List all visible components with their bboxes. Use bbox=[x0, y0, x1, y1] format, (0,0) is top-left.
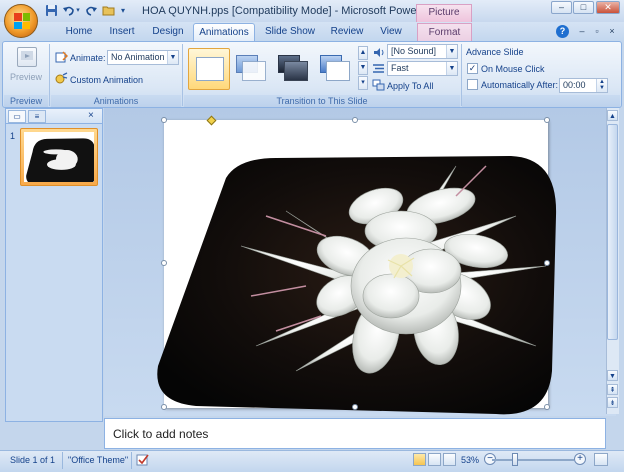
customize-qat-icon[interactable]: ▾ bbox=[118, 4, 128, 18]
scroll-thumb[interactable] bbox=[607, 124, 618, 340]
close-pane-icon[interactable]: × bbox=[88, 110, 94, 121]
resize-handle[interactable] bbox=[544, 117, 550, 123]
save-icon[interactable] bbox=[44, 4, 59, 18]
slide-show-view-icon[interactable] bbox=[443, 453, 456, 466]
transition-sound-icon bbox=[372, 46, 385, 59]
preview-group-label: Preview bbox=[4, 95, 48, 107]
resize-handle[interactable] bbox=[161, 117, 167, 123]
resize-handle[interactable] bbox=[352, 117, 358, 123]
zoom-level[interactable]: 53% bbox=[461, 455, 479, 465]
resize-handle[interactable] bbox=[161, 260, 167, 266]
notes-placeholder[interactable]: Click to add notes bbox=[113, 427, 208, 441]
apply-to-all-button[interactable]: Apply To All bbox=[387, 81, 433, 91]
transition-speed-icon bbox=[372, 62, 385, 75]
theme-status: "Office Theme" bbox=[68, 455, 129, 465]
undo-dropdown-icon[interactable]: ▾ bbox=[74, 4, 82, 18]
previous-slide-icon[interactable]: ⇞ bbox=[607, 384, 618, 395]
outline-tab-icon[interactable]: ≡ bbox=[28, 110, 46, 123]
flower-picture[interactable] bbox=[156, 156, 560, 418]
gallery-scroll-down-icon[interactable]: ▼ bbox=[358, 61, 368, 75]
preview-button[interactable]: Preview bbox=[6, 44, 46, 92]
zoom-in-icon[interactable]: + bbox=[574, 453, 586, 465]
preview-icon bbox=[17, 47, 37, 67]
advance-slide-title: Advance Slide bbox=[466, 47, 524, 57]
chevron-down-icon: ▼ bbox=[167, 51, 178, 64]
zoom-slider[interactable] bbox=[492, 459, 574, 461]
slide-count-status: Slide 1 of 1 bbox=[10, 455, 56, 465]
scroll-up-icon[interactable]: ▲ bbox=[607, 110, 618, 121]
tab-design[interactable]: Design bbox=[146, 23, 190, 41]
status-divider bbox=[131, 452, 132, 469]
tab-format[interactable]: Format bbox=[417, 23, 472, 41]
chevron-down-icon: ▼ bbox=[446, 45, 457, 58]
fade-smoothly-icon[interactable] bbox=[230, 48, 272, 90]
transition-sound-dropdown[interactable]: [No Sound] ▼ bbox=[387, 44, 458, 59]
tab-animations[interactable]: Animations bbox=[193, 23, 255, 41]
normal-view-icon[interactable] bbox=[413, 453, 426, 466]
resize-handle[interactable] bbox=[352, 404, 358, 410]
redo-icon[interactable] bbox=[84, 4, 99, 18]
auto-advance-checkbox[interactable] bbox=[467, 79, 478, 90]
office-button[interactable] bbox=[4, 4, 38, 38]
on-mouse-click-checkbox[interactable]: ✓ bbox=[467, 63, 478, 74]
group-separator bbox=[182, 44, 183, 106]
close-button[interactable]: ✕ bbox=[596, 1, 620, 14]
scroll-down-icon[interactable]: ▼ bbox=[607, 370, 618, 381]
minimize-button[interactable]: – bbox=[551, 1, 572, 14]
ribbon-restore-icon[interactable]: ▫ bbox=[591, 25, 603, 37]
slide-thumbnail[interactable] bbox=[20, 128, 98, 186]
animate-dropdown[interactable]: No Animation ▼ bbox=[107, 50, 179, 65]
gallery-scroll-up-icon[interactable]: ▲ bbox=[358, 46, 368, 60]
resize-handle[interactable] bbox=[161, 404, 167, 410]
advance-group-label bbox=[462, 95, 620, 107]
help-icon[interactable]: ? bbox=[556, 25, 569, 38]
spell-check-icon[interactable] bbox=[136, 453, 150, 467]
window-title: HOA QUYNH.pps [Compatibility Mode] - Mic… bbox=[142, 5, 455, 17]
slide-thumbnail-number: 1 bbox=[10, 131, 16, 141]
animate-label: Animate: bbox=[70, 53, 106, 63]
status-divider bbox=[62, 452, 63, 469]
office-logo-icon bbox=[14, 13, 30, 29]
slide-sorter-view-icon[interactable] bbox=[428, 453, 441, 466]
on-mouse-click-label: On Mouse Click bbox=[481, 64, 545, 74]
spinner-icon: ▲ ▼ bbox=[596, 79, 607, 92]
ribbon-minimize-icon[interactable]: – bbox=[576, 25, 588, 37]
chevron-down-icon: ▼ bbox=[446, 62, 457, 75]
auto-advance-time-value: 00:00 bbox=[563, 80, 586, 90]
resize-handle[interactable] bbox=[544, 404, 550, 410]
resize-handle[interactable] bbox=[544, 260, 550, 266]
custom-animation-icon bbox=[55, 72, 68, 85]
fit-to-window-icon[interactable] bbox=[594, 453, 608, 466]
maximize-button[interactable]: □ bbox=[573, 1, 594, 14]
transition-speed-value: Fast bbox=[391, 63, 409, 73]
transition-group-label: Transition to This Slide bbox=[184, 95, 460, 107]
open-folder-icon[interactable] bbox=[101, 4, 116, 18]
transition-sound-value: [No Sound] bbox=[391, 46, 437, 56]
tab-view[interactable]: View bbox=[373, 23, 409, 41]
auto-advance-label: Automatically After: bbox=[481, 80, 559, 90]
gallery-more-icon[interactable]: ▾ bbox=[358, 76, 368, 90]
ribbon-close-icon[interactable]: × bbox=[606, 25, 618, 37]
transition-speed-dropdown[interactable]: Fast ▼ bbox=[387, 61, 458, 76]
apply-to-all-icon bbox=[372, 79, 385, 92]
tab-slide-show[interactable]: Slide Show bbox=[261, 23, 319, 41]
next-slide-icon[interactable]: ⇟ bbox=[607, 397, 618, 408]
tab-review[interactable]: Review bbox=[325, 23, 369, 41]
tab-insert[interactable]: Insert bbox=[102, 23, 142, 41]
slide-thumbnail-image bbox=[26, 138, 94, 182]
custom-animation-button[interactable]: Custom Animation bbox=[70, 75, 143, 85]
auto-advance-time-field[interactable]: 00:00 ▲ ▼ bbox=[559, 78, 608, 93]
group-separator bbox=[49, 44, 50, 106]
tab-home[interactable]: Home bbox=[58, 23, 100, 41]
zoom-slider-knob[interactable] bbox=[512, 453, 518, 466]
preview-label: Preview bbox=[9, 72, 42, 82]
no-transition-icon[interactable] bbox=[188, 48, 230, 90]
animate-icon bbox=[55, 51, 69, 64]
fade-through-black-icon[interactable] bbox=[272, 48, 314, 90]
cut-transition-icon[interactable] bbox=[314, 48, 356, 90]
animate-value: No Animation bbox=[111, 52, 165, 62]
slides-tab-icon[interactable]: ▭ bbox=[8, 110, 26, 123]
picture-tools-context-label: Picture Tools bbox=[416, 4, 472, 34]
animations-group-label: Animations bbox=[51, 95, 181, 107]
